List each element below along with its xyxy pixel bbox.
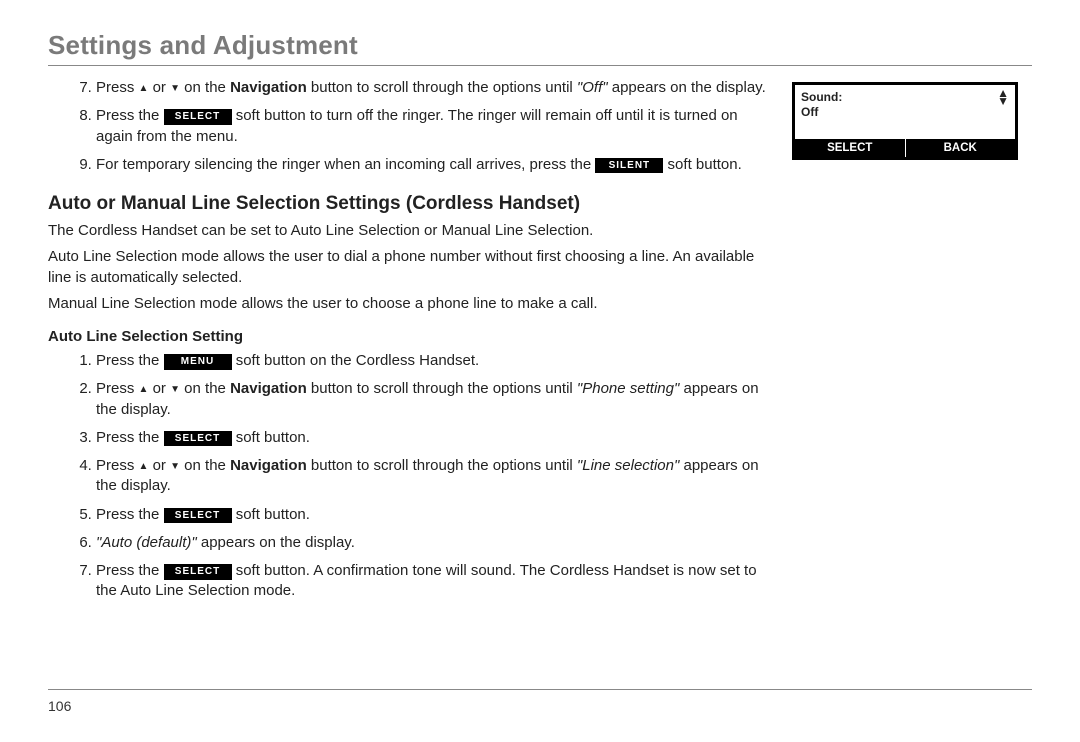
auto-step-7: Press the SELECT soft button. A confirma… — [96, 561, 772, 602]
down-arrow-icon: ▼ — [170, 83, 180, 94]
auto-step-6: "Auto (default)" appears on the display. — [96, 533, 772, 553]
auto-step-3: Press the SELECT soft button. — [96, 428, 772, 448]
updown-arrow-icon: ▲▼ — [997, 89, 1009, 105]
down-arrow-icon: ▼ — [170, 461, 180, 472]
top-steps-list: Press ▲ or ▼ on the Navigation button to… — [48, 78, 772, 175]
up-arrow-icon: ▲ — [139, 384, 149, 395]
select-key-icon: SELECT — [164, 109, 232, 125]
sub-heading: Auto Line Selection Setting — [48, 328, 772, 345]
auto-step-5: Press the SELECT soft button. — [96, 505, 772, 525]
up-arrow-icon: ▲ — [139, 461, 149, 472]
page-title: Settings and Adjustment — [48, 30, 1032, 61]
page-number: 106 — [48, 698, 1032, 714]
section-p1: The Cordless Handset can be set to Auto … — [48, 221, 772, 241]
select-key-icon: SELECT — [164, 508, 232, 524]
step-7: Press ▲ or ▼ on the Navigation button to… — [96, 78, 772, 98]
display-value: Off — [801, 105, 1009, 119]
section-heading: Auto or Manual Line Selection Settings (… — [48, 193, 772, 215]
divider-top — [48, 65, 1032, 66]
section-p3: Manual Line Selection mode allows the us… — [48, 294, 772, 314]
display-footer-select: SELECT — [795, 139, 905, 157]
section-p2: Auto Line Selection mode allows the user… — [48, 247, 772, 288]
divider-bottom — [48, 689, 1032, 690]
auto-step-2: Press ▲ or ▼ on the Navigation button to… — [96, 379, 772, 420]
phone-display: Sound: ▲▼ Off SELECT BACK — [792, 82, 1018, 160]
step-9: For temporary silencing the ringer when … — [96, 155, 772, 175]
auto-steps-list: Press the MENU soft button on the Cordle… — [48, 351, 772, 602]
select-key-icon: SELECT — [164, 431, 232, 447]
auto-step-4: Press ▲ or ▼ on the Navigation button to… — [96, 456, 772, 497]
display-sound-label: Sound: — [801, 90, 842, 104]
step-8: Press the SELECT soft button to turn off… — [96, 106, 772, 147]
up-arrow-icon: ▲ — [139, 83, 149, 94]
down-arrow-icon: ▼ — [170, 384, 180, 395]
auto-step-1: Press the MENU soft button on the Cordle… — [96, 351, 772, 371]
menu-key-icon: MENU — [164, 354, 232, 370]
silent-key-icon: SILENT — [595, 158, 663, 174]
display-footer-back: BACK — [906, 139, 1016, 157]
select-key-icon: SELECT — [164, 564, 232, 580]
